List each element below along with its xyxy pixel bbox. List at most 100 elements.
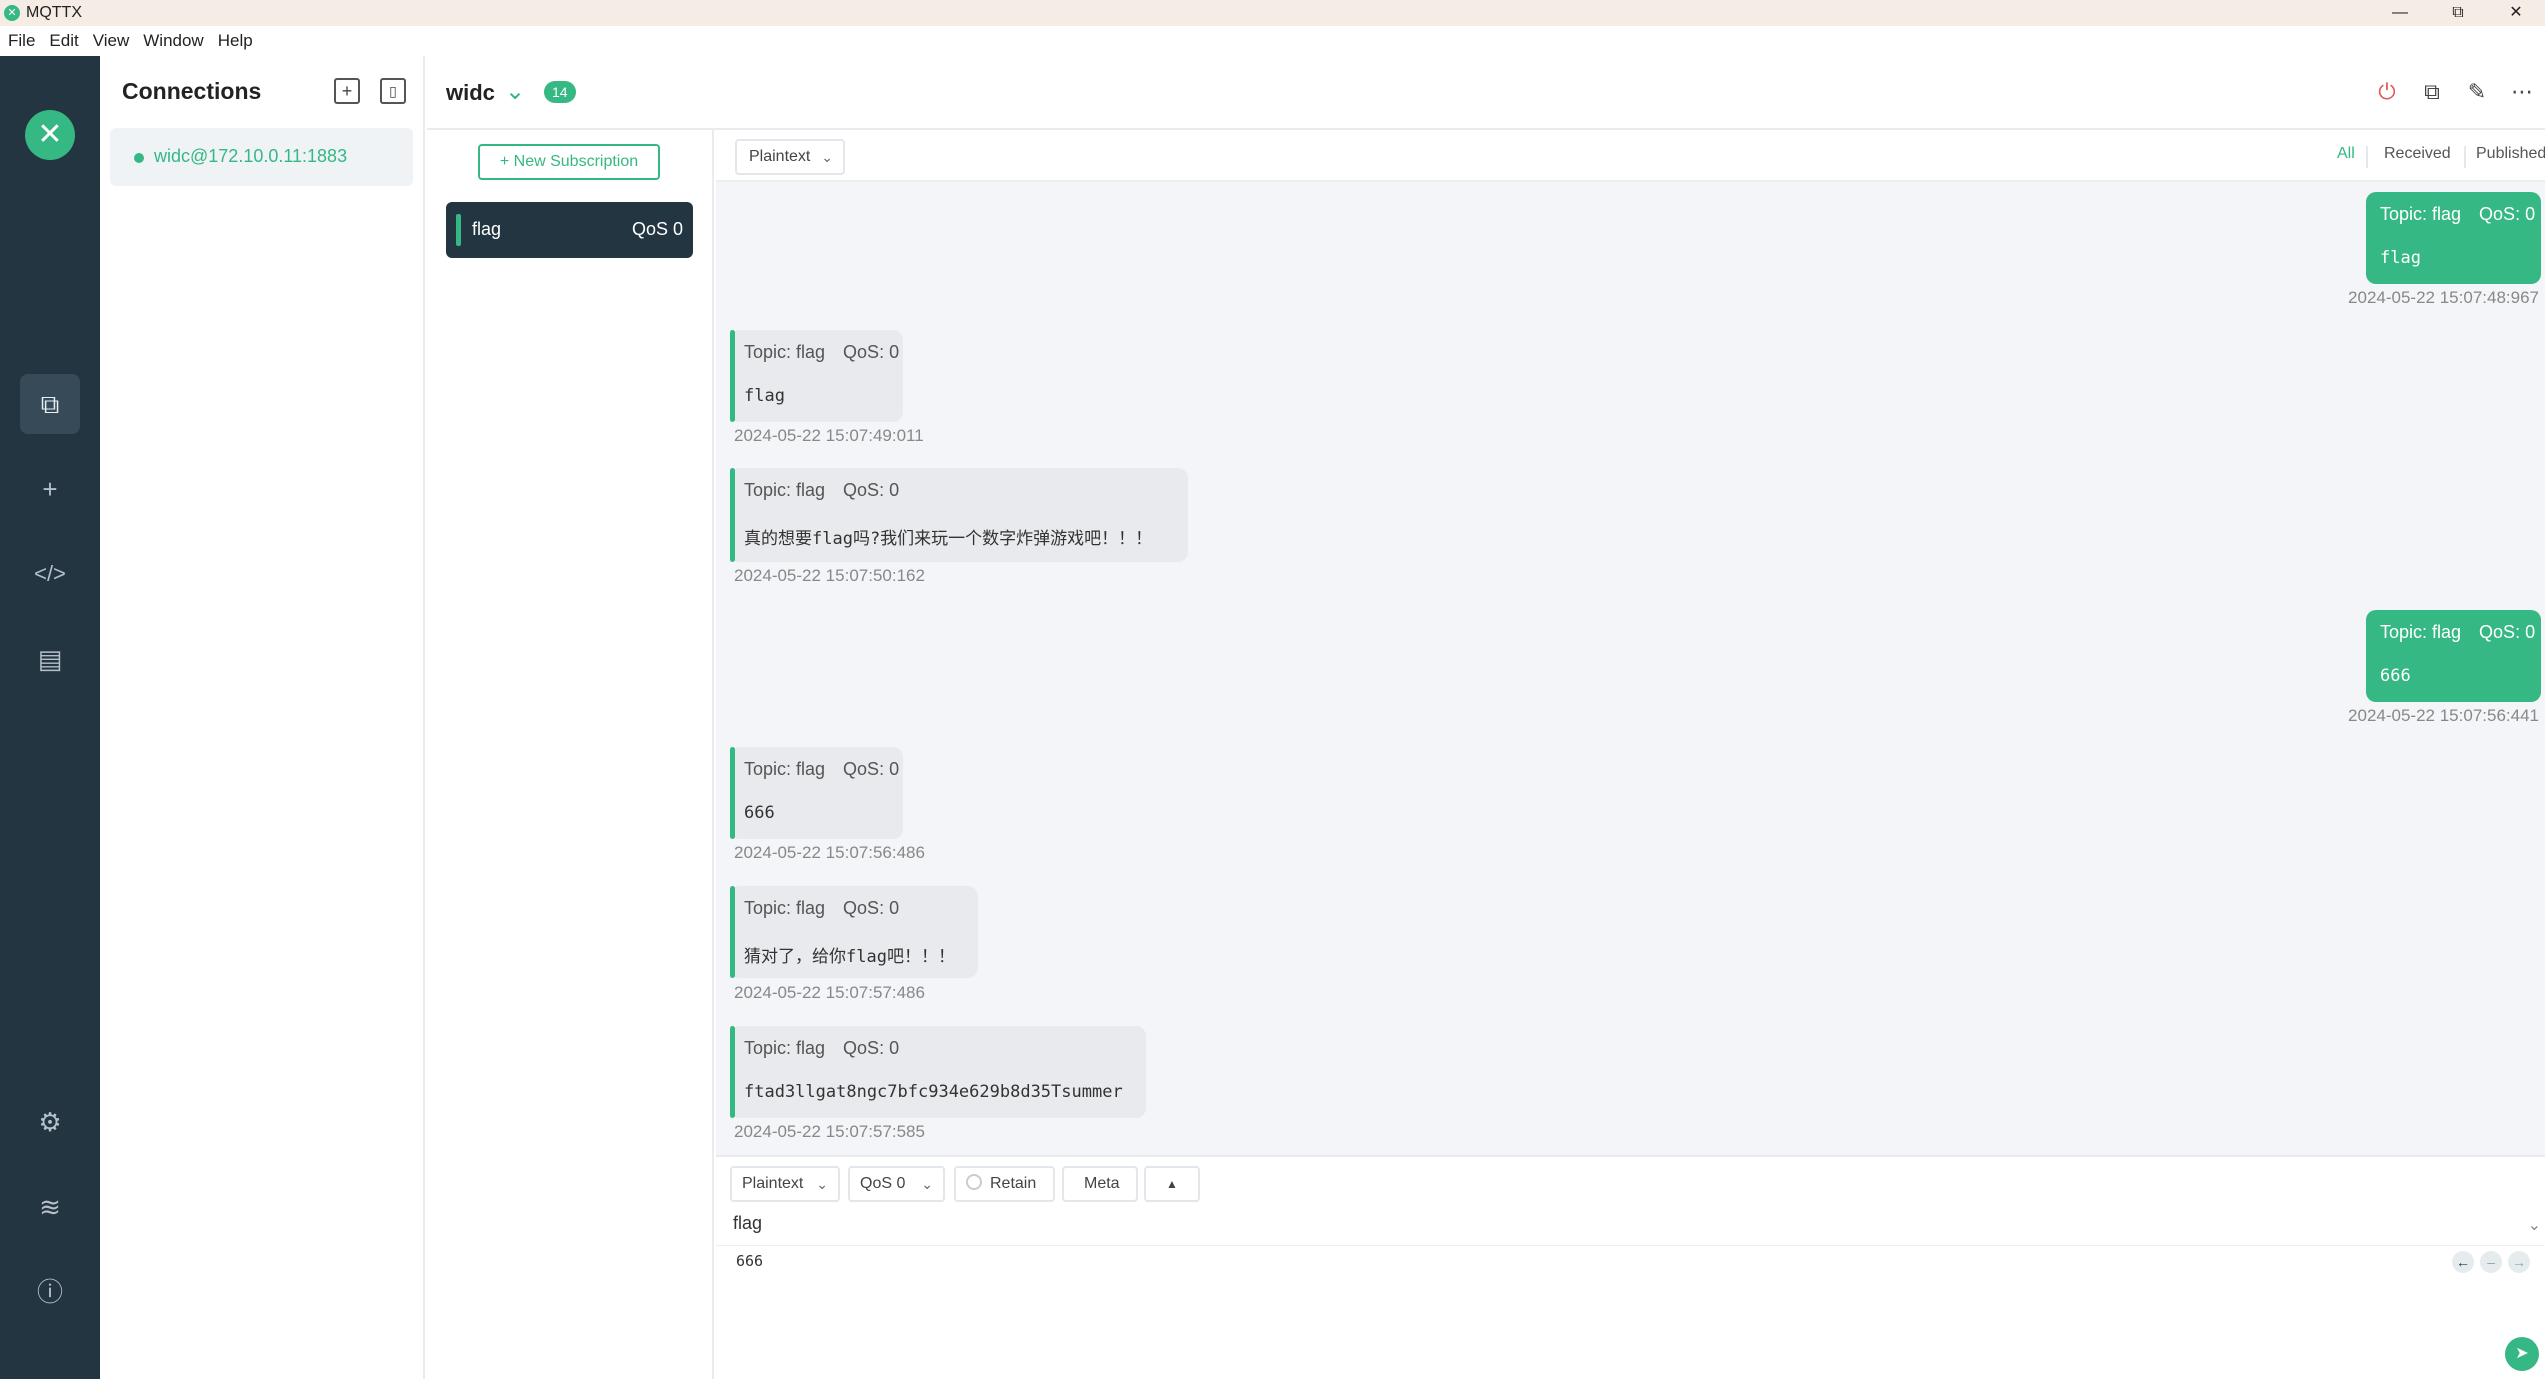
chevron-down-icon: ⌄ — [921, 1176, 933, 1192]
retain-label: Retain — [990, 1175, 1037, 1192]
new-window-icon[interactable]: ⧉ — [2416, 76, 2448, 108]
chevron-down-icon[interactable]: ⌄ — [2528, 1215, 2541, 1235]
message-accent-bar — [730, 1026, 735, 1118]
meta-label: Meta — [1084, 1175, 1120, 1192]
message-timestamp: 2024-05-22 15:07:50:162 — [734, 566, 925, 585]
new-subscription-label: New Subscription — [513, 153, 639, 170]
received-message: Topic: flag QoS: 0 真的想要flag吗?我们来玩一个数字炸弹游戏… — [730, 468, 1188, 562]
divider — [2366, 146, 2368, 168]
script-nav-icon[interactable]: </> — [20, 544, 80, 604]
qos-select[interactable]: QoS 0 ⌄ — [848, 1166, 945, 1202]
message-timestamp: 2024-05-22 15:07:56:441 — [2348, 706, 2539, 725]
connections-nav-icon[interactable]: ⧉ — [20, 374, 80, 434]
menu-window[interactable]: Window — [143, 31, 203, 51]
message-meta: Topic: flag QoS: 0 — [744, 342, 899, 363]
menu-file[interactable]: File — [8, 31, 35, 51]
send-icon[interactable]: ➤ — [2505, 1337, 2539, 1371]
settings-nav-icon[interactable]: ⚙ — [20, 1092, 80, 1152]
message-accent-bar — [730, 468, 735, 562]
message-payload: 666 — [744, 803, 775, 823]
history-back-icon[interactable]: ← — [2452, 1251, 2474, 1273]
new-subscription-button[interactable]: + New Subscription — [478, 144, 660, 180]
message-payload: 猜对了，给你flag吧！！！ — [744, 947, 955, 967]
more-options-icon[interactable]: ⋯ — [2506, 76, 2538, 108]
connection-item[interactable]: widc@172.10.0.11:1883 — [110, 128, 413, 186]
payload-format-value: Plaintext — [749, 148, 811, 165]
new-connection-nav-icon[interactable]: + — [20, 459, 80, 519]
message-meta: Topic: flag QoS: 0 — [744, 759, 899, 780]
message-timestamp: 2024-05-22 15:07:57:585 — [734, 1122, 925, 1141]
meta-button[interactable]: Meta — [1062, 1166, 1138, 1202]
message-timestamp: 2024-05-22 15:07:49:011 — [734, 426, 924, 445]
message-timestamp: 2024-05-22 15:07:48:967 — [2348, 288, 2539, 307]
disconnect-icon[interactable]: ⏻ — [2371, 76, 2403, 108]
filter-received[interactable]: Received — [2384, 145, 2451, 163]
message-count-badge: 14 — [544, 81, 576, 103]
message-accent-bar — [730, 330, 735, 422]
connected-status-dot — [134, 153, 144, 163]
menu-help[interactable]: Help — [218, 31, 253, 51]
retain-toggle[interactable]: Retain — [954, 1166, 1055, 1202]
subscription-color-bar — [456, 214, 461, 246]
title-bar: ✕ MQTTX — ⧉ ✕ — [0, 0, 2545, 26]
compose-format-select[interactable]: Plaintext ⌄ — [730, 1166, 840, 1202]
connection-title: widc — [446, 80, 495, 105]
message-topic: Topic: flag — [744, 898, 826, 918]
message-payload: flag — [2380, 248, 2421, 268]
message-topic: Topic: flag — [744, 759, 826, 779]
message-timestamp: 2024-05-22 15:07:56:486 — [734, 843, 925, 862]
message-topic: Topic: flag — [2380, 622, 2462, 642]
message-accent-bar — [730, 747, 735, 839]
filter-published[interactable]: Published — [2476, 145, 2545, 163]
connection-name: widc@172.10.0.11:1883 — [154, 146, 348, 166]
message-topic: Topic: flag — [744, 480, 826, 500]
mqttx-app-icon: ✕ — [4, 5, 20, 21]
received-message: Topic: flag QoS: 0 666 — [730, 747, 903, 839]
divider — [716, 1245, 2545, 1246]
log-nav-icon[interactable]: ▤ — [20, 629, 80, 689]
message-topic: Topic: flag — [2380, 204, 2462, 224]
subscription-qos: QoS 0 — [631, 219, 683, 239]
payload-input[interactable]: 666 — [736, 1252, 763, 1270]
chevron-down-icon: ⌄ — [816, 1176, 828, 1192]
retain-radio-icon — [966, 1174, 982, 1191]
menu-edit[interactable]: Edit — [49, 31, 78, 51]
subscription-item[interactable]: flag QoS 0 — [446, 202, 693, 258]
message-payload: 真的想要flag吗?我们来玩一个数字炸弹游戏吧！！！ — [744, 529, 1153, 549]
message-qos: QoS: 0 — [2479, 622, 2536, 642]
about-nav-icon[interactable]: ⓘ — [20, 1262, 80, 1322]
message-qos: QoS: 0 — [843, 480, 900, 500]
message-timestamp: 2024-05-22 15:07:57:486 — [734, 983, 925, 1002]
history-forward-icon[interactable]: → — [2508, 1251, 2530, 1273]
message-filter-bar: Plaintext ⌄ All Received Published — [716, 130, 2545, 182]
minimize-button[interactable]: — — [2371, 0, 2429, 26]
collapse-chevron-icon[interactable]: ⌄ — [505, 77, 525, 106]
published-message: Topic: flag QoS: 0 flag — [2366, 192, 2541, 284]
published-message: Topic: flag QoS: 0 666 — [2366, 610, 2541, 702]
message-meta: Topic: flag QoS: 0 — [2380, 204, 2535, 225]
history-reset-icon[interactable]: – — [2480, 1251, 2502, 1273]
menu-view[interactable]: View — [93, 31, 130, 51]
expand-up-icon[interactable]: ▲ — [1144, 1166, 1200, 1202]
edit-icon[interactable]: ✎ — [2461, 76, 2493, 108]
restore-button[interactable]: ⧉ — [2429, 0, 2487, 26]
subscription-topic: flag — [472, 219, 502, 239]
connections-title: Connections — [122, 78, 262, 104]
new-folder-icon[interactable]: + — [334, 78, 360, 104]
received-message: Topic: flag QoS: 0 猜对了，给你flag吧！！！ — [730, 886, 978, 978]
payload-format-select[interactable]: Plaintext ⌄ — [735, 139, 845, 175]
qos-value: QoS 0 — [860, 1175, 906, 1192]
feed-nav-icon[interactable]: ≋ — [20, 1177, 80, 1237]
chevron-down-icon: ⌄ — [821, 149, 833, 165]
divider — [2464, 146, 2466, 168]
message-qos: QoS: 0 — [843, 342, 900, 362]
connection-header: widc ⌄ 14 ⏻ ⧉ ✎ ⋯ — [427, 56, 2545, 130]
message-qos: QoS: 0 — [843, 898, 900, 918]
close-window-button[interactable]: ✕ — [2487, 0, 2545, 26]
message-topic: Topic: flag — [744, 1038, 826, 1058]
topic-input[interactable]: flag — [733, 1213, 762, 1234]
filter-all[interactable]: All — [2337, 145, 2355, 163]
message-meta: Topic: flag QoS: 0 — [2380, 622, 2535, 643]
toggle-sidebar-icon[interactable]: ▯ — [380, 78, 406, 104]
message-area: Plaintext ⌄ All Received Published Topic… — [716, 130, 2545, 1155]
